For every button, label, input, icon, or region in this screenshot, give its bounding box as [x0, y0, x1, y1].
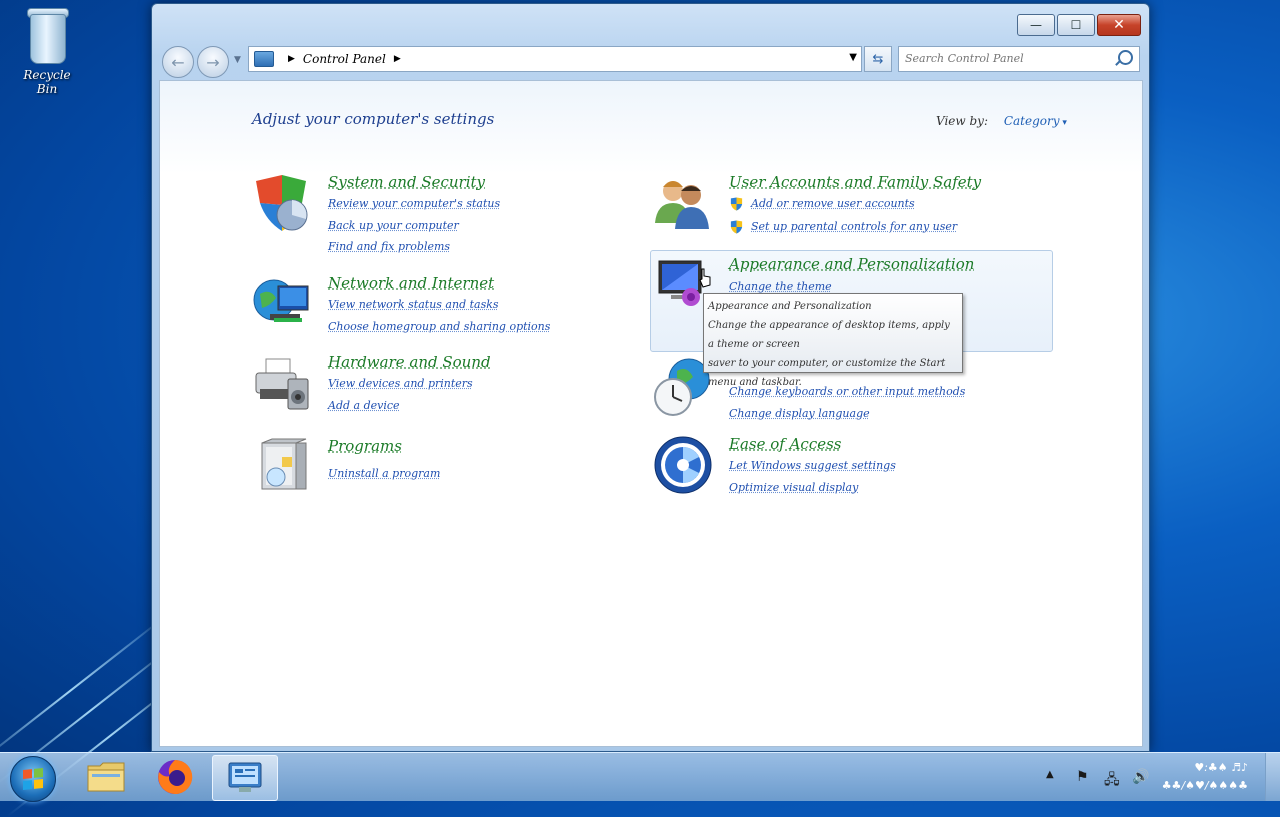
- parental-controls-link[interactable]: Set up parental controls for any user: [751, 220, 957, 233]
- breadcrumb-separator-icon[interactable]: ▶: [288, 54, 295, 64]
- tooltip-line-1: Change the appearance of desktop items, …: [708, 316, 958, 354]
- volume-icon[interactable]: 🔊: [1132, 769, 1149, 785]
- folder-icon: [86, 760, 126, 794]
- start-button[interactable]: [10, 756, 56, 802]
- programs-box-icon[interactable]: [252, 437, 312, 497]
- network-internet-title[interactable]: Network and Internet: [328, 274, 494, 292]
- control-panel-icon: [254, 51, 274, 67]
- add-remove-accounts-link[interactable]: Add or remove user accounts: [751, 197, 915, 210]
- view-by-control: View by: Category: [936, 114, 1067, 128]
- optimize-visual-display-link[interactable]: Optimize visual display: [729, 481, 858, 494]
- address-dropdown-icon[interactable]: ▼: [849, 52, 857, 63]
- forward-button[interactable]: →: [197, 46, 229, 78]
- suggest-settings-link[interactable]: Let Windows suggest settings: [729, 459, 896, 472]
- change-display-language-link[interactable]: Change display language: [729, 407, 870, 420]
- users-icon[interactable]: [653, 173, 713, 233]
- address-bar[interactable]: ▶ Control Panel ▶ ▼: [248, 46, 862, 72]
- window-controls: — ☐ ✕: [1017, 14, 1141, 36]
- clock-time: ♥:♣♠ ♬♪: [1162, 759, 1248, 777]
- back-button[interactable]: ←: [162, 46, 194, 78]
- windows-logo-icon: [23, 768, 43, 790]
- breadcrumb-separator-icon[interactable]: ▶: [394, 54, 401, 64]
- appearance-tooltip: Appearance and Personalization Change th…: [703, 293, 963, 373]
- breadcrumb-control-panel[interactable]: Control Panel: [303, 52, 386, 66]
- review-status-link[interactable]: Review your computer's status: [328, 197, 500, 210]
- wallpaper-streak: [0, 610, 173, 772]
- change-theme-link[interactable]: Change the theme: [729, 280, 832, 293]
- tooltip-title: Appearance and Personalization: [708, 297, 958, 316]
- recent-pages-dropdown[interactable]: ▼: [234, 55, 241, 65]
- navigation-bar: ← → ▼ ▶ Control Panel ▶ ▼ ⇆: [160, 41, 1141, 75]
- minimize-button[interactable]: —: [1017, 14, 1055, 36]
- network-status-link[interactable]: View network status and tasks: [328, 298, 499, 311]
- search-input[interactable]: [899, 48, 1111, 70]
- clock[interactable]: ♥:♣♠ ♬♪ ♣♣/♠♥/♠♠♠♣: [1162, 759, 1248, 795]
- view-by-dropdown[interactable]: Category: [1004, 114, 1067, 128]
- find-fix-problems-link[interactable]: Find and fix problems: [328, 240, 450, 253]
- recycle-bin-label: Recycle Bin: [14, 68, 80, 96]
- tooltip-line-2: saver to your computer, or customize the…: [708, 354, 958, 392]
- maximize-button[interactable]: ☐: [1057, 14, 1095, 36]
- taskbar: ▲ ⚑ 🖧 🔊 ♥:♣♠ ♬♪ ♣♣/♠♥/♠♠♠♣: [0, 752, 1280, 801]
- search-box[interactable]: [898, 46, 1140, 72]
- control-panel-window: — ☐ ✕ ← → ▼ ▶ Control Panel ▶ ▼ ⇆ Adjust…: [151, 3, 1150, 752]
- devices-printers-link[interactable]: View devices and printers: [328, 377, 473, 390]
- programs-title[interactable]: Programs: [328, 437, 402, 455]
- hardware-sound-title[interactable]: Hardware and Sound: [328, 353, 491, 371]
- system-security-title[interactable]: System and Security: [328, 173, 485, 191]
- control-panel-icon: [225, 761, 265, 795]
- show-hidden-icons-button[interactable]: ▲: [1046, 769, 1054, 780]
- uac-shield-icon: [729, 219, 744, 235]
- show-desktop-button[interactable]: [1265, 753, 1280, 801]
- refresh-icon: ⇆: [873, 52, 884, 67]
- forward-arrow-icon: →: [206, 53, 219, 72]
- ease-of-access-icon[interactable]: [653, 435, 713, 495]
- recycle-bin-icon: [24, 6, 70, 64]
- search-icon[interactable]: [1118, 50, 1133, 65]
- ease-of-access-title[interactable]: Ease of Access: [729, 435, 842, 453]
- desktop-icon-recycle-bin[interactable]: Recycle Bin: [14, 6, 80, 96]
- printer-icon[interactable]: [252, 353, 312, 413]
- page-title: Adjust your computer's settings: [252, 110, 494, 128]
- close-button[interactable]: ✕: [1097, 14, 1141, 36]
- backup-link[interactable]: Back up your computer: [328, 219, 459, 232]
- firefox-icon: [156, 758, 194, 796]
- uac-shield-icon: [729, 196, 744, 212]
- view-by-label: View by:: [936, 114, 988, 128]
- shield-icon[interactable]: [252, 173, 312, 233]
- taskbar-firefox[interactable]: [143, 755, 207, 799]
- user-accounts-title[interactable]: User Accounts and Family Safety: [729, 173, 981, 191]
- uninstall-program-link[interactable]: Uninstall a program: [328, 467, 440, 480]
- taskbar-explorer[interactable]: [74, 755, 138, 799]
- network-icon[interactable]: 🖧: [1104, 769, 1120, 793]
- add-device-link[interactable]: Add a device: [328, 399, 400, 412]
- system-tray: ▲ ⚑ 🖧 🔊 ♥:♣♠ ♬♪ ♣♣/♠♥/♠♠♠♣: [1040, 753, 1280, 801]
- control-panel-content: Adjust your computer's settings View by:…: [159, 80, 1143, 747]
- homegroup-link[interactable]: Choose homegroup and sharing options: [328, 320, 550, 333]
- hand-cursor-icon: [698, 268, 712, 288]
- taskbar-control-panel[interactable]: [212, 755, 278, 801]
- appearance-title[interactable]: Appearance and Personalization: [729, 255, 974, 273]
- network-globe-icon[interactable]: [252, 274, 312, 334]
- back-arrow-icon: ←: [171, 53, 184, 72]
- action-center-icon[interactable]: ⚑: [1076, 769, 1089, 785]
- clock-date: ♣♣/♠♥/♠♠♠♣: [1162, 777, 1248, 795]
- refresh-button[interactable]: ⇆: [864, 46, 892, 72]
